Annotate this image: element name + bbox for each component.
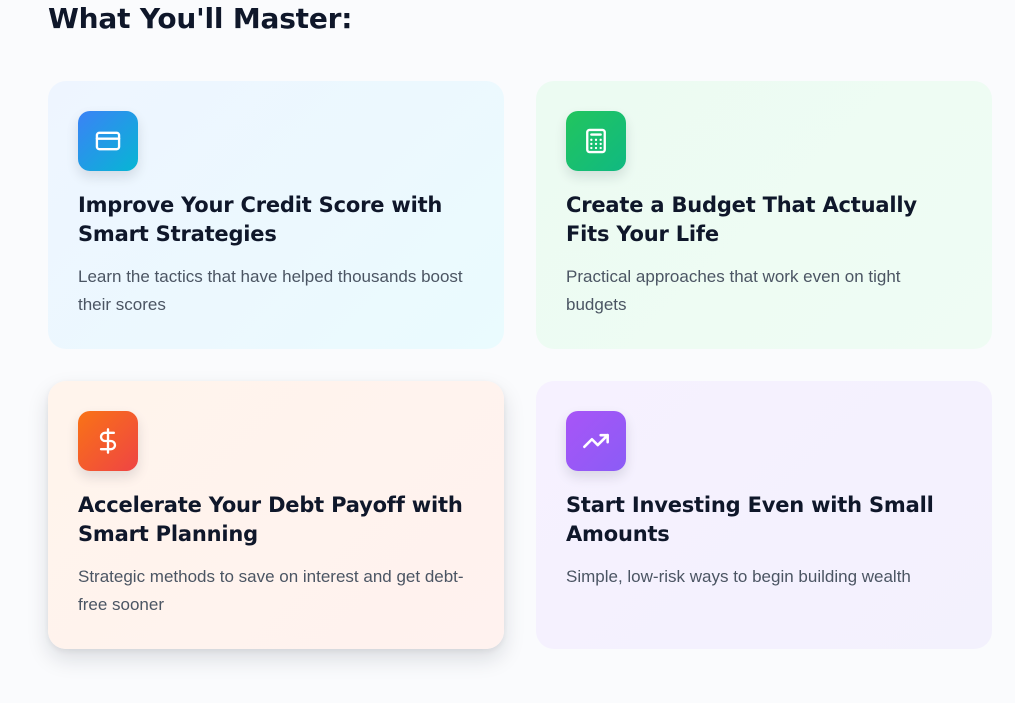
card-description: Strategic methods to save on interest an… [78,567,464,614]
section-title: What You'll Master: [48,2,353,35]
feature-card-credit-score: Improve Your Credit Score with Smart Str… [48,81,504,349]
card-description: Learn the tactics that have helped thous… [78,267,463,314]
card-title: Start Investing Even with Small Amounts [566,493,934,546]
feature-card-budget: Create a Budget That Actually Fits Your … [536,81,992,349]
dollar-sign-icon [78,411,138,471]
card-description: Simple, low-risk ways to begin building … [566,567,911,586]
card-description: Practical approaches that work even on t… [566,267,901,314]
card-title: Accelerate Your Debt Payoff with Smart P… [78,493,463,546]
card-title: Improve Your Credit Score with Smart Str… [78,193,443,246]
calculator-icon [566,111,626,171]
trending-up-icon [566,411,626,471]
feature-card-investing: Start Investing Even with Small Amounts … [536,381,992,649]
feature-card-debt-payoff: Accelerate Your Debt Payoff with Smart P… [48,381,504,649]
card-title: Create a Budget That Actually Fits Your … [566,193,917,246]
credit-card-icon [78,111,138,171]
